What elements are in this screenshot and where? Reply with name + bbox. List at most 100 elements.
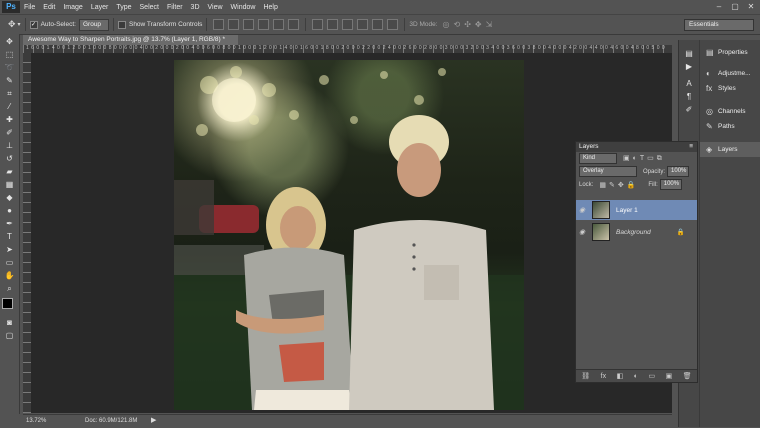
crop-tool-icon[interactable]: ⌗ — [3, 88, 16, 99]
zoom-level[interactable]: 13.72% — [26, 415, 46, 427]
minimize-button[interactable]: – — [712, 2, 726, 12]
blend-mode-dropdown[interactable]: Overlay — [579, 166, 637, 177]
new-layer-icon[interactable]: ▣ — [666, 372, 673, 380]
align-hcenter-icon[interactable] — [273, 19, 285, 30]
panel-dock: ▤ Properties ◐ Adjustme... fx Styles ◎ C… — [699, 40, 760, 427]
menu-image[interactable]: Image — [59, 4, 86, 11]
menu-layer[interactable]: Layer — [87, 4, 113, 11]
tool-preset-chevron-icon[interactable]: ▾ — [18, 21, 21, 28]
menu-file[interactable]: File — [20, 4, 39, 11]
document-image[interactable] — [174, 60, 524, 410]
clone-stamp-tool-icon[interactable]: ⊥ — [3, 140, 16, 151]
quick-select-tool-icon[interactable]: ✎ — [3, 75, 16, 86]
type-tool-icon[interactable]: T — [3, 231, 16, 242]
distribute-hcenter-icon[interactable] — [372, 19, 384, 30]
link-layers-icon[interactable]: ⛓ — [581, 372, 590, 380]
menu-filter[interactable]: Filter — [163, 4, 187, 11]
layer-row-background[interactable]: ◉ Background 🔒 — [576, 222, 697, 242]
quick-mask-icon[interactable]: ◙ — [3, 317, 16, 328]
path-select-tool-icon[interactable]: ➤ — [3, 244, 16, 255]
layer-style-icon[interactable]: fx — [601, 373, 606, 380]
eyedropper-tool-icon[interactable]: ⁄ — [3, 101, 16, 112]
layer-name[interactable]: Layer 1 — [616, 207, 638, 214]
layer-row-layer-1[interactable]: ◉ Layer 1 — [576, 200, 697, 220]
menu-window[interactable]: Window — [227, 4, 260, 11]
character-panel-icon[interactable]: A — [683, 78, 696, 89]
color-swatches[interactable] — [1, 297, 18, 315]
panel-menu-icon[interactable]: ≡ — [689, 142, 693, 152]
filter-icons[interactable]: ▣◐T▭⧉ — [623, 154, 665, 163]
adjustments-icon: ◐ — [706, 68, 711, 78]
fill-label: Fill: — [648, 181, 658, 188]
document-tab[interactable]: Awesome Way to Sharpen Portraits.jpg @ 1… — [23, 35, 238, 45]
hand-tool-icon[interactable]: ✋ — [3, 270, 16, 281]
align-top-icon[interactable] — [213, 19, 225, 30]
paragraph-panel-icon[interactable]: ¶ — [683, 91, 696, 102]
distribute-bottom-icon[interactable] — [342, 19, 354, 30]
panel-styles[interactable]: fx Styles — [700, 81, 760, 96]
blur-tool-icon[interactable]: ◆ — [3, 192, 16, 203]
layer-name[interactable]: Background — [616, 229, 651, 236]
distribute-left-icon[interactable] — [357, 19, 369, 30]
menu-edit[interactable]: Edit — [39, 4, 59, 11]
auto-select-checkbox[interactable]: ✓ — [29, 20, 38, 29]
layers-panel-tab[interactable]: Layers ≡ — [576, 142, 697, 152]
maximize-button[interactable]: ▢ — [728, 2, 742, 12]
adjustment-layer-icon[interactable]: ◐ — [634, 373, 638, 380]
status-menu-arrow-icon[interactable]: ▶ — [151, 415, 156, 427]
eraser-tool-icon[interactable]: ▰ — [3, 166, 16, 177]
actions-panel-icon[interactable]: ▶ — [683, 61, 696, 72]
align-left-icon[interactable] — [258, 19, 270, 30]
align-right-icon[interactable] — [288, 19, 300, 30]
menu-help[interactable]: Help — [259, 4, 281, 11]
foreground-color-swatch[interactable] — [2, 298, 13, 309]
lock-icons[interactable]: ▦✎✥🔒 — [599, 181, 638, 189]
panel-adjustments[interactable]: ◐ Adjustme... — [700, 66, 760, 81]
auto-select-dropdown[interactable]: Group — [78, 18, 109, 31]
menu-type[interactable]: Type — [112, 4, 135, 11]
lasso-tool-icon[interactable]: ➰ — [3, 62, 16, 73]
healing-brush-tool-icon[interactable]: ✚ — [3, 114, 16, 125]
panel-properties[interactable]: ▤ Properties — [700, 45, 760, 60]
add-mask-icon[interactable]: ◧ — [617, 372, 624, 380]
marquee-tool-icon[interactable]: ⬚ — [3, 49, 16, 60]
lock-icon: 🔒 — [676, 229, 685, 236]
brush-tool-icon[interactable]: ✐ — [3, 127, 16, 138]
panel-paths[interactable]: ✎ Paths — [700, 119, 760, 134]
distribute-top-icon[interactable] — [312, 19, 324, 30]
menu-view[interactable]: View — [204, 4, 227, 11]
opacity-input[interactable]: 100% — [667, 166, 690, 177]
move-tool-icon[interactable]: ✥ — [8, 19, 16, 30]
panel-channels[interactable]: ◎ Channels — [700, 104, 760, 119]
layer-kind-filter[interactable]: Kind — [579, 153, 617, 164]
move-tool-icon[interactable]: ✥ — [3, 36, 16, 47]
vertical-ruler[interactable] — [23, 53, 31, 413]
distribute-vcenter-icon[interactable] — [327, 19, 339, 30]
zoom-tool-icon[interactable]: ⌕ — [3, 283, 16, 294]
menu-select[interactable]: Select — [136, 4, 163, 11]
distribute-right-icon[interactable] — [387, 19, 399, 30]
gradient-tool-icon[interactable]: ▦ — [3, 179, 16, 190]
align-vcenter-icon[interactable] — [228, 19, 240, 30]
panel-layers[interactable]: ◈ Layers — [700, 142, 760, 157]
history-brush-tool-icon[interactable]: ↺ — [3, 153, 16, 164]
brush-panel-icon[interactable]: ✐ — [683, 104, 696, 115]
properties-icon: ▤ — [706, 47, 714, 57]
visibility-eye-icon[interactable]: ◉ — [576, 206, 588, 214]
screen-mode-icon[interactable]: ▢ — [3, 330, 16, 341]
dodge-tool-icon[interactable]: ● — [3, 205, 16, 216]
workspace-dropdown[interactable]: Essentials — [684, 19, 754, 31]
menu-3d[interactable]: 3D — [187, 4, 204, 11]
3d-mode-icons[interactable]: ◎⟲✣✥⇲ — [443, 20, 497, 29]
delete-layer-icon[interactable]: 🗑 — [683, 372, 692, 380]
history-panel-icon[interactable]: ▤ — [683, 48, 696, 59]
fill-input[interactable]: 100% — [659, 179, 682, 190]
visibility-eye-icon[interactable]: ◉ — [576, 228, 588, 236]
layer-thumbnail — [592, 201, 610, 219]
close-button[interactable]: ✕ — [744, 2, 758, 12]
transform-controls-checkbox[interactable] — [117, 20, 126, 29]
new-group-icon[interactable]: ▭ — [649, 372, 656, 380]
pen-tool-icon[interactable]: ✒ — [3, 218, 16, 229]
shape-tool-icon[interactable]: ▭ — [3, 257, 16, 268]
align-bottom-icon[interactable] — [243, 19, 255, 30]
